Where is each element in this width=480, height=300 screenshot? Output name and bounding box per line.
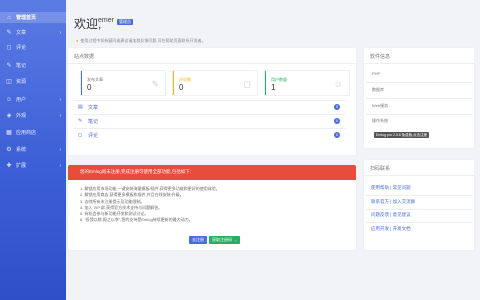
- stat-accent-bar: [81, 71, 82, 95]
- feature-list: 1. 解锁应用市场功能,一键安装海量模板/插件,获得更多功能和更好的使用体验。 …: [80, 186, 220, 224]
- sidebar-item-comments[interactable]: ◻ 评论: [0, 42, 66, 53]
- sidebar-item-home[interactable]: ⌂ 管理首页: [0, 12, 66, 23]
- tip-label: 使用过程中如有疑问或建议请加群反馈问题,可在帮助页面联系开发者。: [80, 38, 206, 43]
- stat-articles[interactable]: 发布文章 0 ✎: [80, 70, 166, 96]
- list-icon: ▤: [78, 104, 83, 110]
- divider: [366, 98, 472, 99]
- divider: [68, 63, 356, 64]
- user-icon: ☺: [333, 79, 343, 89]
- list-label: 文章: [88, 105, 99, 111]
- info-label: PHP: [372, 71, 381, 76]
- sidebar-item-label: 扩展: [16, 163, 27, 169]
- panel-title: 站点数据: [74, 54, 95, 60]
- info-web-server: Web服务: [372, 100, 472, 112]
- chevron-right-icon: ›: [59, 112, 61, 119]
- list-item-notes[interactable]: ✎ 笔记 0: [74, 116, 346, 127]
- divider: [366, 195, 472, 196]
- info-database: 数据库: [372, 84, 472, 96]
- sidebar-item-label: 评论: [16, 45, 27, 51]
- sidebar-item-label: 资源: [16, 79, 27, 85]
- sidebar-item-app-store[interactable]: ▦ 应用商店: [0, 127, 66, 138]
- stat-accent-bar: [265, 71, 266, 95]
- sidebar-item-label: 笔记: [16, 63, 27, 69]
- resource-icon: ◫: [6, 78, 12, 85]
- sidebar-item-label: 应用商店: [16, 130, 37, 136]
- divider: [74, 114, 346, 115]
- chevron-right-icon: ›: [59, 29, 61, 36]
- sidebar-item-label: 文章: [16, 30, 27, 36]
- count-badge: 0: [334, 132, 340, 138]
- stat-value: 0: [87, 83, 92, 92]
- divider: [74, 128, 346, 129]
- sidebar-item-label: 用户: [16, 97, 27, 103]
- registration-alert: 您的Emlog尚未注册,完成注册可使用全部功能,包括如下:: [68, 165, 356, 180]
- divider: [364, 175, 474, 176]
- info-os: 操作系统: [372, 115, 472, 127]
- sidebar-item-label: 管理首页: [16, 15, 37, 21]
- sidebar-item-label: 外观: [16, 113, 27, 119]
- chevron-right-icon: ›: [59, 96, 61, 103]
- version-badge[interactable]: Emlog pro 2.5.8 免费版,点击注册: [374, 132, 430, 138]
- note-icon: ✎: [6, 62, 12, 69]
- role-badge: 管理员: [117, 19, 133, 25]
- store-icon: ▦: [6, 129, 12, 136]
- sidebar-item-notes[interactable]: ✎ 笔记: [0, 60, 66, 71]
- comment-icon: ◻: [243, 79, 251, 89]
- info-php: PHP: [372, 68, 472, 80]
- contact-panel: 扫码联系: [364, 160, 474, 250]
- stat-value: 0: [179, 83, 184, 92]
- chevron-right-icon: ›: [59, 146, 61, 153]
- stat-users[interactable]: 用户数量 1 ☺: [264, 70, 350, 96]
- sidebar-item-users[interactable]: ☺ 用户 ›: [0, 94, 66, 105]
- community-link[interactable]: 联系官方 | 加入交流群: [371, 199, 461, 205]
- divider: [364, 63, 474, 64]
- sidebar-item-resources[interactable]: ◫ 资源: [0, 76, 66, 87]
- pencil-icon: ✎: [151, 79, 159, 89]
- stat-value: 1: [271, 83, 276, 92]
- info-label: Web服务: [372, 103, 389, 108]
- stat-accent-bar: [173, 71, 174, 95]
- count-badge: 0: [334, 104, 340, 110]
- sidebar-item-label: 系统: [16, 147, 27, 153]
- panel-title: 软件信息: [370, 54, 391, 60]
- sidebar-item-articles[interactable]: ✎ 文章 ›: [0, 27, 66, 38]
- buy-code-button[interactable]: 获取注册码 →: [209, 236, 241, 244]
- dev-docs-link[interactable]: 应用开发 | 开发文档: [371, 226, 461, 232]
- sidebar-item-system[interactable]: ⚙ 系统 ›: [0, 144, 66, 155]
- lightbulb-icon: ●: [76, 38, 79, 43]
- list-item: 6. “投我以桃,报之以李”,您的支持是Emlog持续更新的最大动力。: [80, 217, 193, 223]
- panel-title: 扫码联系: [370, 166, 391, 172]
- gear-icon: ⚙: [6, 146, 12, 153]
- info-label: 操作系统: [372, 118, 388, 123]
- appearance-icon: ◈: [6, 112, 12, 119]
- comment-icon: ◻: [6, 44, 12, 51]
- tip-text: ● 使用过程中如有疑问或建议请加群反馈问题,可在帮助页面联系开发者。: [76, 38, 206, 44]
- edit-icon: ✎: [6, 29, 12, 36]
- list-icon: ◻: [78, 132, 83, 138]
- home-icon: ⌂: [7, 14, 11, 21]
- divider: [74, 100, 346, 101]
- alert-text: 您的Emlog尚未注册,完成注册可使用全部功能,包括如下:: [80, 169, 192, 174]
- info-label: 数据库: [372, 87, 384, 92]
- register-button[interactable]: 去注册: [189, 236, 207, 244]
- sidebar-item-appearance[interactable]: ◈ 外观 ›: [0, 110, 66, 121]
- user-icon: ☺: [5, 96, 13, 103]
- username[interactable]: emer: [98, 17, 114, 24]
- list-item-comments[interactable]: ◻ 评论 0: [74, 130, 346, 141]
- list-item-articles[interactable]: ▤ 文章 0: [74, 102, 346, 113]
- chevron-right-icon: ›: [59, 162, 61, 169]
- stat-comments[interactable]: 评论数 0 ◻: [172, 70, 258, 96]
- plus-icon: ✚: [6, 162, 12, 169]
- divider: [366, 222, 472, 223]
- count-badge: 0: [334, 118, 340, 124]
- help-link[interactable]: 使用帮助 | 常见问题: [371, 185, 461, 191]
- feedback-link[interactable]: 问题反馈 | 意见建议: [371, 212, 461, 218]
- sidebar-item-extensions[interactable]: ✚ 扩展 ›: [0, 160, 66, 171]
- divider: [366, 82, 472, 83]
- divider: [366, 209, 472, 210]
- list-icon: ✎: [78, 118, 83, 124]
- list-label: 笔记: [88, 119, 99, 125]
- list-label: 评论: [88, 133, 99, 139]
